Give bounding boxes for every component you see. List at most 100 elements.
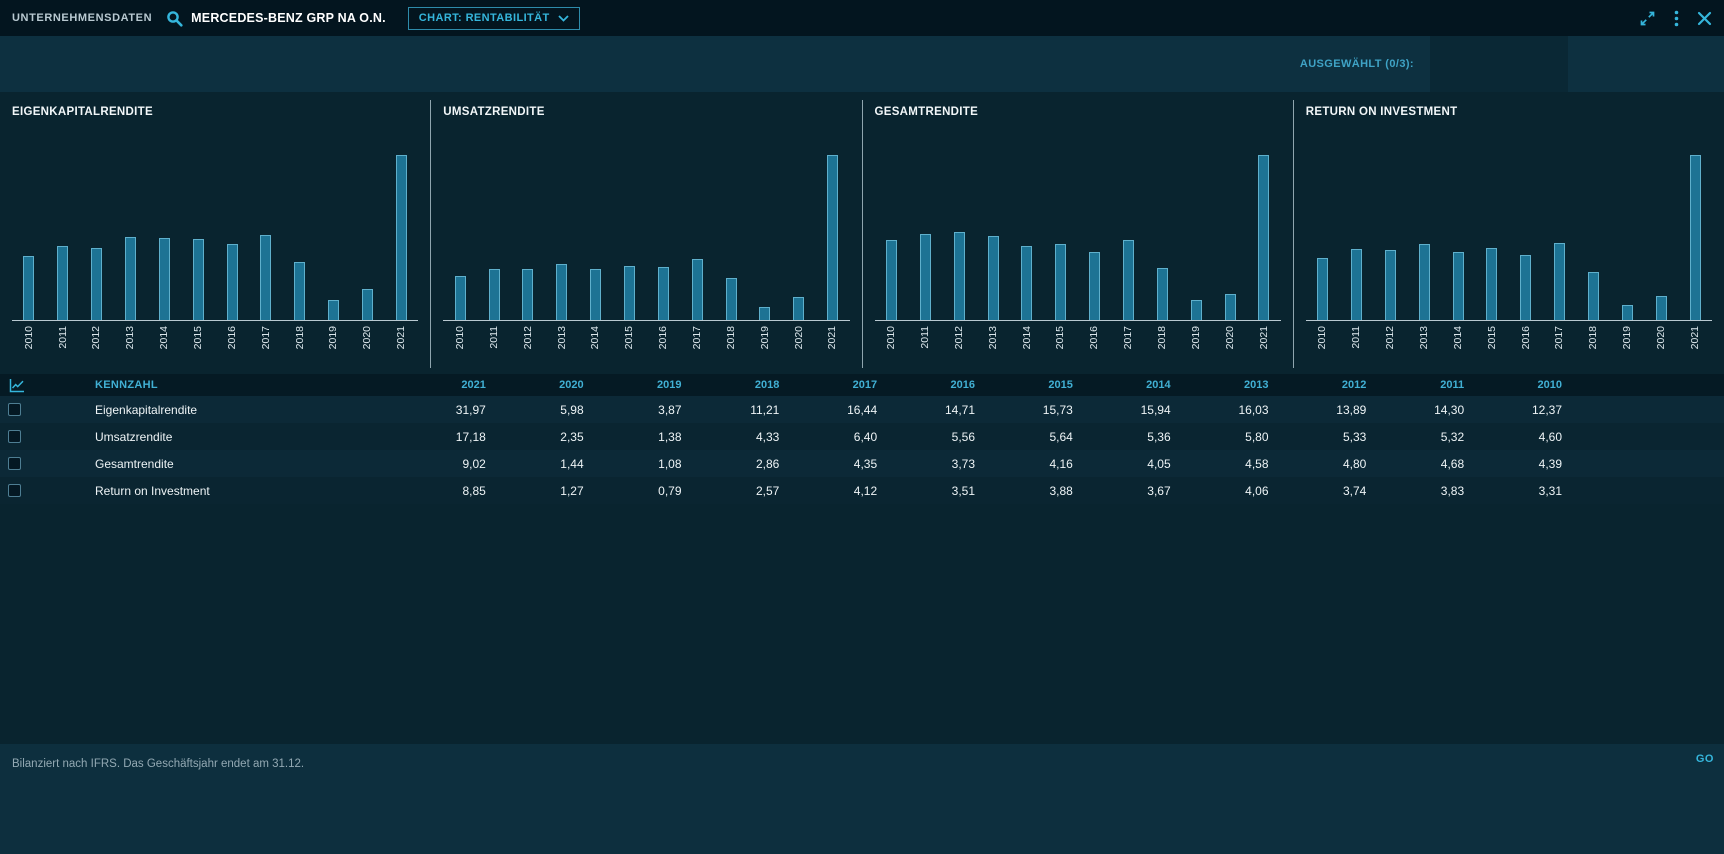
app-window: UNTERNEHMENSDATEN MERCEDES-BENZ GRP NA O… [0,0,1724,854]
year-tick: 2012 [511,326,545,368]
close-icon[interactable] [1697,11,1712,26]
bar-2015 [193,239,204,320]
chart-title: EIGENKAPITALRENDITE [12,106,418,121]
row-checkbox[interactable] [8,457,21,470]
year-tick-label: 2012 [1385,326,1396,349]
year-tick: 2014 [1010,326,1044,368]
year-tick: 2017 [680,326,714,368]
chart-panel-eigenkapitalrendite: EIGENKAPITALRENDITE201020112012201320142… [0,100,430,368]
table-chart-icon[interactable] [0,378,40,393]
year-tick-label: 2020 [794,326,805,349]
chart-panel-return-on-investment: RETURN ON INVESTMENT 2010 2011 2012 2013 2014… [1293,100,1724,368]
bar-2014 [1021,246,1032,320]
go-link-icon[interactable]: GO [1696,753,1714,765]
chart-type-dropdown[interactable]: CHART: RENTABILITÄT [408,7,580,30]
value-2012: 4,80 [1273,457,1371,471]
year-tick-label: 2018 [1588,326,1599,349]
year-tick-label: 2014 [1453,326,1464,349]
year-tick: 2010 [875,326,909,368]
bar-slot [579,269,613,320]
year-tick: 2016 [646,326,680,368]
year-tick-label: 2015 [624,326,635,349]
bar-2021 [396,155,407,320]
metric-label: Umsatzrendite [40,430,392,444]
value-2020: 1,27 [490,484,588,498]
company-name: MERCEDES-BENZ GRP NA O.N. [191,11,386,25]
bar-slot [1610,305,1644,320]
year-tick: 2018 [714,326,748,368]
bar-2010 [23,256,34,320]
year-tick-label: 2011 [1351,326,1362,349]
bar-slot [80,248,114,320]
bar-2012 [91,248,102,320]
bar-2016 [658,267,669,320]
year-tick-label: 2020 [362,326,373,349]
value-2014: 3,67 [1077,484,1175,498]
chart-title: UMSATZRENDITE [443,106,849,121]
bar-slot [384,155,418,320]
value-2011: 3,83 [1370,484,1468,498]
year-tick-label: 2018 [295,326,306,349]
bar-2015 [1055,244,1066,320]
bar-slot [1213,294,1247,320]
year-tick-label: 2013 [1419,326,1430,349]
kebab-menu-icon[interactable] [1674,10,1679,27]
column-header-2017: 2017 [783,379,881,391]
expand-icon[interactable] [1639,10,1656,27]
bar-slot [511,269,545,320]
year-tick-label: 2010 [1317,326,1328,349]
year-tick: 2017 [1543,326,1577,368]
bar-slot [782,297,816,320]
bar-slot [908,234,942,320]
year-tick: 2017 [249,326,283,368]
year-tick: 2013 [545,326,579,368]
bar-slot [12,256,46,320]
year-tick-label: 2012 [954,326,965,349]
bar-slot [1407,244,1441,320]
year-tick-label: 2014 [590,326,601,349]
bar-slot [1306,258,1340,320]
year-tick-label: 2011 [58,326,69,349]
year-tick-label: 2013 [557,326,568,349]
chart-panel-umsatzrendite: UMSATZRENDITE201020112012201320142015201… [430,100,861,368]
bar-slot [1179,300,1213,320]
value-2018: 2,57 [686,484,784,498]
checkbox-cell [0,457,40,470]
bar-2013 [556,264,567,320]
year-tick-label: 2021 [396,326,407,349]
year-tick: 2020 [782,326,816,368]
bar-slot [1010,246,1044,320]
row-checkbox[interactable] [8,403,21,416]
bar-2016 [1089,252,1100,320]
year-tick: 2020 [1213,326,1247,368]
year-tick-label: 2016 [227,326,238,349]
row-checkbox[interactable] [8,484,21,497]
value-2021: 8,85 [392,484,490,498]
bars [875,143,1281,321]
column-header-2021: 2021 [392,379,490,391]
bar-slot [1044,244,1078,320]
value-2017: 4,35 [783,457,881,471]
search-icon[interactable] [166,10,183,27]
year-tick-label: 2019 [1622,326,1633,349]
year-tick-label: 2013 [988,326,999,349]
value-2020: 5,98 [490,403,588,417]
value-2017: 16,44 [783,403,881,417]
checkbox-cell [0,430,40,443]
value-2012: 13,89 [1273,403,1371,417]
row-checkbox[interactable] [8,430,21,443]
value-2021: 31,97 [392,403,490,417]
bar-slot [1145,268,1179,320]
table-header: KENNZAHL20212020201920182017201620152014… [0,374,1724,396]
year-tick: 2013 [114,326,148,368]
value-2020: 1,44 [490,457,588,471]
bar-slot [680,259,714,320]
bar-slot [1373,250,1407,320]
bar-slot [1509,255,1543,320]
bar-slot [613,266,647,320]
chart-title: RETURN ON INVESTMENT [1306,106,1712,121]
bar-2015 [1486,248,1497,320]
year-tick: 2011 [46,326,80,368]
column-header-2015: 2015 [979,379,1077,391]
bar-slot [748,307,782,320]
